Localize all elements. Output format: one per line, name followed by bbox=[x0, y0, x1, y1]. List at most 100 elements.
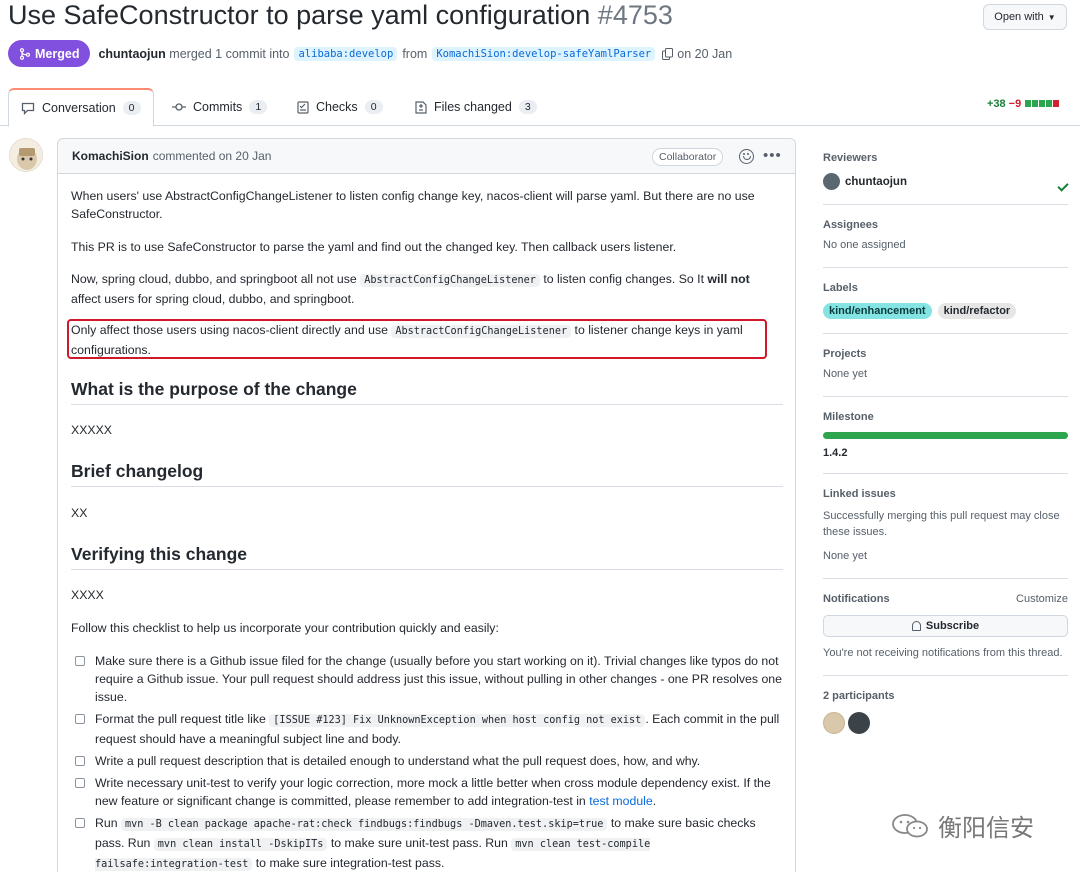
heading-purpose: What is the purpose of the change bbox=[71, 379, 783, 405]
text: . bbox=[652, 794, 657, 808]
assignees-title[interactable]: Assignees bbox=[823, 219, 1068, 231]
inline-code: AbstractConfigChangeListener bbox=[391, 325, 572, 338]
tab-label: Files changed bbox=[434, 100, 512, 114]
notification-status: You're not receiving notifications from … bbox=[823, 647, 1063, 659]
avatar[interactable] bbox=[9, 138, 43, 172]
reviewers-title[interactable]: Reviewers bbox=[823, 152, 1068, 164]
text: Write a pull request description that is… bbox=[95, 754, 701, 768]
open-with-button[interactable]: Open with ▼ bbox=[983, 4, 1067, 30]
labels-list: kind/enhancement kind/refactor bbox=[823, 303, 1068, 319]
pr-tabs: Conversation 0 Commits 1 Checks 0 Files … bbox=[0, 88, 1080, 127]
file-diff-icon bbox=[415, 100, 427, 114]
notifications-title: Notifications bbox=[823, 593, 890, 605]
diffstat: +38 −9 bbox=[987, 98, 1060, 110]
linked-issues-value: None yet bbox=[823, 550, 868, 562]
copy-icon[interactable] bbox=[662, 47, 674, 60]
pr-title-text: Use SafeConstructor to parse yaml config… bbox=[8, 0, 591, 30]
tab-counter: 3 bbox=[518, 100, 537, 114]
purpose-text: XXXXX bbox=[71, 423, 113, 437]
label-refactor[interactable]: kind/refactor bbox=[937, 303, 1017, 319]
bold-text: will not bbox=[707, 272, 750, 286]
list-item: Make sure there is a Github issue filed … bbox=[75, 652, 783, 706]
participants-title: 2 participants bbox=[823, 690, 895, 702]
assignees-section: Assignees No one assigned bbox=[823, 219, 1068, 268]
tab-counter: 0 bbox=[364, 100, 383, 114]
milestone-title[interactable]: Milestone bbox=[823, 411, 1068, 423]
text: to listen config changes. So It bbox=[543, 272, 704, 286]
inline-code: AbstractConfigChangeListener bbox=[360, 274, 540, 287]
checklist: Make sure there is a Github issue filed … bbox=[75, 652, 783, 872]
open-with-label: Open with bbox=[994, 11, 1044, 23]
milestone-name[interactable]: 1.4.2 bbox=[823, 447, 1068, 459]
avatar[interactable] bbox=[823, 712, 845, 734]
caret-down-icon: ▼ bbox=[1047, 12, 1056, 22]
comment-icon bbox=[21, 102, 35, 115]
tab-commits[interactable]: Commits 1 bbox=[160, 88, 279, 126]
milestone-progress-bar bbox=[823, 432, 1068, 439]
comment-author-link[interactable]: KomachiSion bbox=[72, 149, 149, 163]
comment-timestamp[interactable]: commented on 20 Jan bbox=[153, 149, 272, 163]
from-text: from bbox=[402, 46, 428, 61]
subscribe-button[interactable]: Subscribe bbox=[823, 615, 1068, 637]
inline-code: mvn -B clean package apache-rat:check fi… bbox=[120, 818, 608, 831]
comment-header: KomachiSion commented on 20 Jan Collabor… bbox=[58, 139, 795, 174]
reviewer-item[interactable]: chuntaojun bbox=[823, 173, 1068, 190]
projects-title[interactable]: Projects bbox=[823, 348, 1068, 360]
linked-issues-section: Linked issues Successfully merging this … bbox=[823, 488, 1068, 579]
text: Format the pull request title like bbox=[95, 712, 266, 726]
labels-title[interactable]: Labels bbox=[823, 282, 1068, 294]
customize-link[interactable]: Customize bbox=[1016, 593, 1068, 605]
list-item: Run mvn -B clean package apache-rat:chec… bbox=[75, 814, 783, 872]
text: affect users for spring cloud, dubbo, an… bbox=[71, 292, 355, 306]
commit-icon bbox=[172, 103, 186, 111]
paragraph-3: Now, spring cloud, dubbo, and springboot… bbox=[71, 270, 783, 308]
head-branch[interactable]: KomachiSion:develop-safeYamlParser bbox=[432, 46, 656, 61]
paragraph-1: When users' use AbstractConfigChangeList… bbox=[71, 189, 755, 221]
emoji-reaction-icon[interactable] bbox=[739, 149, 754, 164]
list-item: Write necessary unit-test to verify your… bbox=[75, 774, 783, 810]
text: Run bbox=[95, 816, 118, 830]
base-branch[interactable]: alibaba:develop bbox=[294, 46, 398, 61]
list-item: Write a pull request description that is… bbox=[75, 752, 783, 770]
checkbox[interactable] bbox=[75, 778, 85, 788]
merge-author-link[interactable]: chuntaojun bbox=[98, 47, 165, 61]
checkbox[interactable] bbox=[75, 818, 85, 828]
checkbox[interactable] bbox=[75, 714, 85, 724]
text: Now, spring cloud, dubbo, and springboot… bbox=[71, 272, 357, 286]
verify-text: XXXX bbox=[71, 588, 104, 602]
pr-number: #4753 bbox=[597, 0, 673, 30]
tab-label: Checks bbox=[316, 100, 358, 114]
pr-meta: Merged chuntaojun merged 1 commit into a… bbox=[8, 40, 732, 67]
collaborator-badge: Collaborator bbox=[652, 148, 724, 166]
watermark: 衡阳信安 bbox=[890, 808, 1034, 843]
merge-icon bbox=[19, 47, 31, 60]
checklist-icon bbox=[297, 100, 309, 114]
tab-files-changed[interactable]: Files changed 3 bbox=[403, 88, 549, 126]
test-module-link[interactable]: test module bbox=[589, 794, 653, 808]
checkbox[interactable] bbox=[75, 656, 85, 666]
more-options-icon[interactable]: ••• bbox=[763, 147, 782, 164]
linked-issues-title[interactable]: Linked issues bbox=[823, 488, 1068, 500]
notifications-section: Notifications Customize Subscribe You're… bbox=[823, 593, 1068, 676]
participants-section: 2 participants bbox=[823, 690, 1068, 734]
lines-added: +38 bbox=[987, 98, 1006, 110]
checkbox[interactable] bbox=[75, 756, 85, 766]
tab-checks[interactable]: Checks 0 bbox=[285, 88, 395, 126]
label-enhancement[interactable]: kind/enhancement bbox=[823, 303, 932, 319]
reviewer-name: chuntaojun bbox=[845, 175, 907, 188]
text: to make sure integration-test pass. bbox=[255, 856, 445, 870]
wechat-icon bbox=[892, 813, 928, 837]
avatar[interactable] bbox=[848, 712, 870, 734]
paragraph-4: Only affect those users using nacos-clie… bbox=[71, 321, 783, 359]
watermark-text: 衡阳信安 bbox=[938, 815, 1034, 842]
merged-text: merged 1 commit into bbox=[169, 46, 290, 61]
merge-date: on 20 Jan bbox=[677, 46, 733, 61]
tab-counter: 1 bbox=[249, 100, 268, 114]
inline-code: mvn clean install -DskipITs bbox=[153, 838, 328, 851]
inline-code: [ISSUE #123] Fix UnknownException when h… bbox=[269, 714, 646, 727]
pr-sidebar: Reviewers chuntaojun Assignees No one as… bbox=[823, 138, 1069, 734]
tab-conversation[interactable]: Conversation 0 bbox=[8, 88, 154, 127]
linked-issues-description: Successfully merging this pull request m… bbox=[823, 510, 1060, 538]
labels-section: Labels kind/enhancement kind/refactor bbox=[823, 282, 1068, 334]
notifications-header: Notifications Customize bbox=[823, 593, 1068, 605]
